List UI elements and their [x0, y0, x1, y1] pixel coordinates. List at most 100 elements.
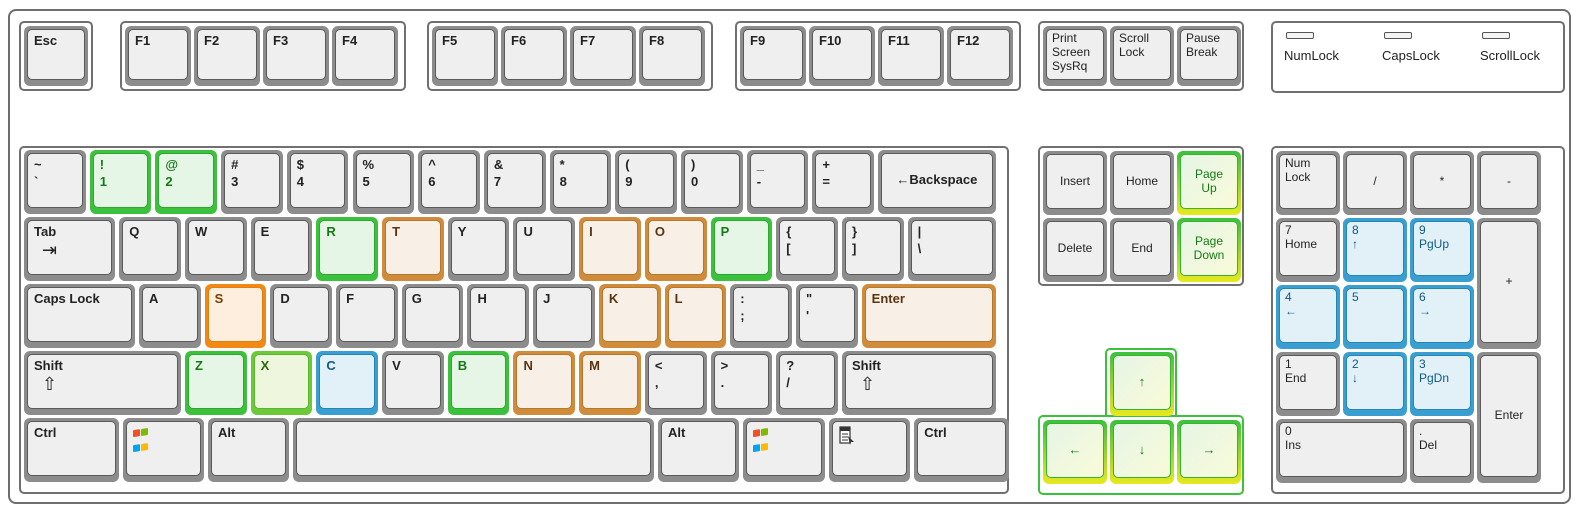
key-6[interactable]: 6 →: [1410, 285, 1474, 349]
key-q[interactable]: Q: [119, 217, 181, 281]
key-5[interactable]: 5: [1343, 285, 1407, 349]
key-key[interactable]: ? /: [776, 351, 838, 415]
key-home[interactable]: Home: [1110, 151, 1174, 215]
key-2[interactable]: @2: [155, 150, 218, 214]
key-scroll-lock[interactable]: Scroll Lock: [1110, 26, 1174, 86]
key-key[interactable]: :;: [730, 284, 792, 348]
key-3[interactable]: #3: [221, 150, 283, 214]
key-pause-break[interactable]: Pause Break: [1177, 26, 1241, 86]
key-m[interactable]: M: [579, 351, 641, 415]
key-f9[interactable]: F9: [740, 26, 806, 86]
key-windows-logo-icon[interactable]: [743, 418, 825, 482]
key-i[interactable]: I: [579, 217, 641, 281]
key-d[interactable]: D: [270, 284, 333, 348]
key-8[interactable]: * 8: [549, 150, 612, 214]
key-insert[interactable]: Insert: [1043, 151, 1107, 215]
key-key[interactable]: /: [1343, 151, 1407, 215]
key-up[interactable]: ↑: [1110, 352, 1174, 416]
key-4[interactable]: 4 ←: [1276, 285, 1340, 349]
key-2[interactable]: 2 ↓: [1343, 352, 1407, 416]
key-z[interactable]: Z: [184, 351, 247, 415]
key-7[interactable]: & 7: [483, 150, 546, 214]
key-f11[interactable]: F11: [878, 26, 944, 86]
key-w[interactable]: W: [184, 217, 247, 281]
key-y[interactable]: Y: [447, 217, 510, 281]
key-left[interactable]: ←: [1043, 420, 1107, 484]
key-j[interactable]: J: [533, 284, 595, 348]
key-key[interactable]: _ -: [746, 150, 809, 214]
key-f8[interactable]: F8: [639, 26, 705, 86]
key-key[interactable]: {[: [776, 217, 838, 281]
key-3-pgdn[interactable]: 3 PgDn: [1410, 352, 1474, 416]
key-1-end[interactable]: 1 End: [1276, 352, 1340, 416]
key-f5[interactable]: F5: [432, 26, 498, 86]
key-r[interactable]: R: [316, 217, 379, 281]
key-key[interactable]: + =: [812, 150, 875, 214]
key-l[interactable]: L: [664, 284, 727, 348]
key-8[interactable]: 8 ↑: [1343, 218, 1407, 282]
key-f1[interactable]: F1: [125, 26, 191, 86]
key-p[interactable]: P: [710, 217, 773, 281]
key-key[interactable]: >.: [710, 351, 773, 415]
key-0[interactable]: ) 0: [681, 150, 743, 214]
key-tab[interactable]: Tab ⇥: [24, 217, 116, 281]
key-f7[interactable]: F7: [570, 26, 636, 86]
key-b[interactable]: B: [447, 351, 510, 415]
key-u[interactable]: U: [513, 217, 576, 281]
key-space[interactable]: [293, 418, 654, 482]
key-ctrl[interactable]: Ctrl: [24, 418, 119, 482]
key-key[interactable]: " ': [795, 284, 858, 348]
key-k[interactable]: K: [598, 284, 661, 348]
key-shift[interactable]: Shift ⇧: [24, 351, 181, 415]
key-key[interactable]: ~ `: [24, 150, 86, 214]
key-context-menu-icon[interactable]: [828, 418, 911, 482]
key-caps-lock[interactable]: Caps Lock: [24, 284, 135, 348]
key-key[interactable]: -: [1477, 151, 1541, 215]
key-enter[interactable]: Enter: [861, 284, 996, 348]
key-a[interactable]: A: [138, 284, 201, 348]
key-f12[interactable]: F12: [947, 26, 1013, 86]
key-s[interactable]: S: [204, 284, 267, 348]
key-f[interactable]: F: [336, 284, 398, 348]
key-page-up[interactable]: Page Up: [1177, 151, 1241, 215]
key-t[interactable]: T: [382, 217, 444, 281]
key-0-ins[interactable]: 0 Ins: [1276, 419, 1407, 483]
key-5[interactable]: % 5: [352, 150, 415, 214]
key-windows-logo-icon[interactable]: [122, 418, 204, 482]
key-n[interactable]: N: [513, 351, 576, 415]
key-v[interactable]: V: [382, 351, 444, 415]
key-alt[interactable]: Alt: [207, 418, 290, 482]
key-7-home[interactable]: 7 Home: [1276, 218, 1340, 282]
key-esc[interactable]: Esc: [24, 26, 88, 86]
key-alt[interactable]: Alt: [658, 418, 740, 482]
key-end[interactable]: End: [1110, 218, 1174, 282]
key-right[interactable]: →: [1177, 420, 1241, 484]
key-f6[interactable]: F6: [501, 26, 567, 86]
key-page-down[interactable]: Page Down: [1177, 218, 1241, 282]
key-o[interactable]: O: [644, 217, 707, 281]
key-backspace[interactable]: ←Backspace: [878, 150, 996, 214]
key-key[interactable]: <,: [644, 351, 707, 415]
key-down[interactable]: ↓: [1110, 420, 1174, 484]
key-f10[interactable]: F10: [809, 26, 875, 86]
key-x[interactable]: X: [250, 351, 313, 415]
key-c[interactable]: C: [316, 351, 379, 415]
key-shift[interactable]: Shift ⇧: [841, 351, 996, 415]
key-key[interactable]: | \: [907, 217, 996, 281]
key-6[interactable]: ^ 6: [418, 150, 480, 214]
key-del[interactable]: . Del: [1410, 419, 1474, 483]
key-num-lock[interactable]: Num Lock: [1276, 151, 1340, 215]
key-e[interactable]: E: [250, 217, 313, 281]
key-4[interactable]: $4: [286, 150, 349, 214]
key-f3[interactable]: F3: [263, 26, 329, 86]
key-key[interactable]: }]: [841, 217, 904, 281]
key-1[interactable]: ! 1: [89, 150, 152, 214]
key-key[interactable]: +: [1477, 218, 1541, 349]
key-h[interactable]: H: [467, 284, 530, 348]
key-ctrl[interactable]: Ctrl: [914, 418, 1009, 482]
key-9[interactable]: (9: [615, 150, 677, 214]
key-f2[interactable]: F2: [194, 26, 260, 86]
key-print-screen-sysrq[interactable]: Print Screen SysRq: [1043, 26, 1107, 86]
key-key[interactable]: *: [1410, 151, 1474, 215]
key-9-pgup[interactable]: 9 PgUp: [1410, 218, 1474, 282]
